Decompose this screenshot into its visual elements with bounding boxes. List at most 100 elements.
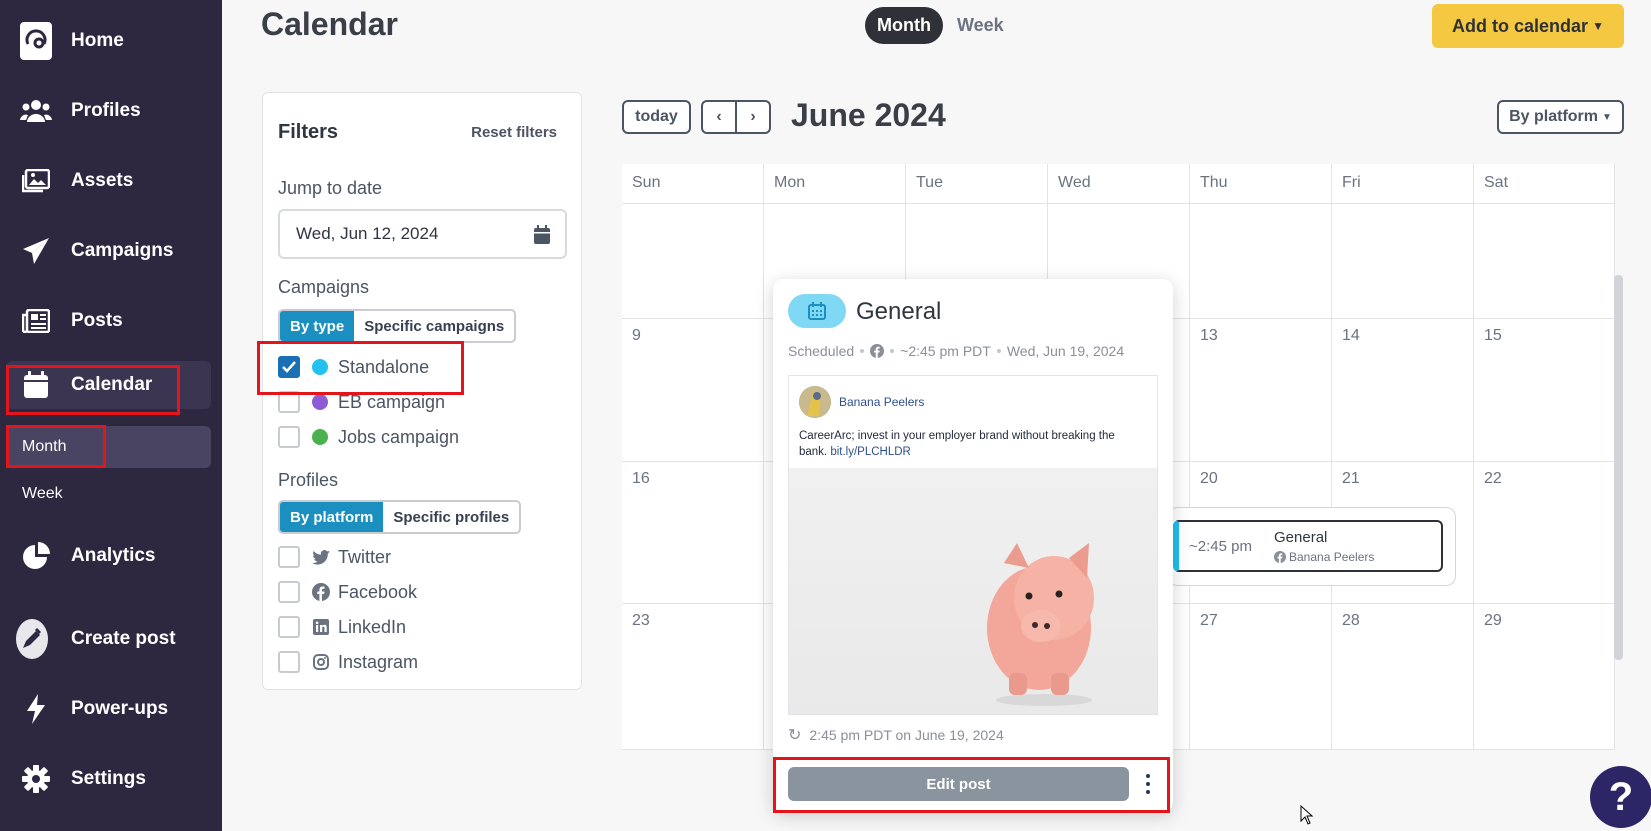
caret-down-icon: ▼ [1592, 19, 1604, 33]
pie-chart-icon [20, 540, 52, 572]
nav-label: Settings [71, 768, 146, 789]
help-button[interactable]: ? [1590, 766, 1651, 828]
image-icon [20, 165, 52, 197]
filters-title: Filters [278, 121, 339, 143]
nav-create-post[interactable]: Create post [0, 615, 222, 663]
day-cell[interactable]: 9 [622, 319, 764, 462]
checkbox[interactable] [278, 546, 300, 568]
day-header: Sun [622, 164, 764, 204]
post-popup: General Scheduled ~2:45 pm PDT Wed, Jun … [773, 279, 1173, 812]
more-options-icon[interactable] [1143, 774, 1153, 794]
day-cell[interactable]: 29 [1474, 604, 1615, 750]
campaign-jobs[interactable]: Jobs campaign [278, 424, 459, 450]
day-header: Mon [764, 164, 906, 204]
nav-posts[interactable]: Posts [0, 297, 222, 345]
chevron-left-icon[interactable]: ‹ [703, 102, 737, 132]
tab-by-type[interactable]: By type [280, 311, 355, 341]
nav-power-ups[interactable]: Power-ups [0, 685, 222, 733]
view-week-button[interactable]: Week [943, 7, 1018, 44]
campaign-label: Standalone [338, 356, 430, 377]
day-cell[interactable]: 27 [1190, 604, 1332, 750]
tab-specific-campaigns[interactable]: Specific campaigns [354, 311, 514, 341]
nav-label: Create post [71, 628, 176, 649]
campaign-eb[interactable]: EB campaign [278, 389, 445, 415]
post-profile-name[interactable]: Banana Peelers [839, 395, 924, 409]
event-profile-name: Banana Peelers [1289, 550, 1375, 564]
nav-home[interactable]: Home [0, 17, 222, 65]
nav-analytics[interactable]: Analytics [0, 532, 222, 580]
post-image [789, 468, 1157, 714]
platform-linkedin[interactable]: LinkedIn [278, 614, 406, 640]
today-button[interactable]: today [622, 100, 691, 134]
day-cell[interactable]: 16 [622, 462, 764, 604]
nav-calendar-week[interactable]: Week [8, 473, 211, 515]
checkbox[interactable] [278, 391, 300, 413]
day-cell[interactable]: 23 [622, 604, 764, 750]
view-month-button[interactable]: Month [865, 7, 943, 44]
nav-campaigns[interactable]: Campaigns [0, 227, 222, 275]
caret-down-icon: ▼ [1602, 111, 1612, 123]
day-cell[interactable]: 13 [1190, 319, 1332, 462]
newspaper-icon [20, 305, 52, 337]
day-cell[interactable]: 14 [1332, 319, 1474, 462]
piggy-bank-image [987, 543, 1094, 706]
event-name: General [1274, 529, 1328, 546]
chevron-right-icon[interactable]: › [737, 102, 769, 132]
grid-scrollbar[interactable] [1614, 275, 1623, 660]
popup-schedule: ↻ 2:45 pm PDT on June 19, 2024 [788, 725, 1004, 745]
day-cell[interactable] [1332, 204, 1474, 319]
post-link[interactable]: bit.ly/PLCHLDR [830, 446, 911, 458]
day-header: Fri [1332, 164, 1474, 204]
profile-filter-tabs: By platform Specific profiles [278, 500, 522, 534]
day-cell[interactable]: 28 [1332, 604, 1474, 750]
nav-calendar[interactable]: Calendar [6, 361, 211, 409]
checkbox[interactable] [278, 581, 300, 603]
nav-label: Calendar [71, 374, 153, 395]
reset-filters-link[interactable]: Reset filters [471, 124, 557, 141]
day-cell[interactable]: 22 [1474, 462, 1615, 604]
schedule-text: 2:45 pm PDT on June 19, 2024 [809, 727, 1004, 743]
campaign-label: Jobs campaign [338, 426, 460, 447]
campaign-color-dot [312, 429, 328, 445]
tab-by-platform[interactable]: By platform [280, 502, 384, 532]
platform-twitter[interactable]: Twitter [278, 544, 391, 570]
popup-title: General [856, 298, 942, 325]
day-header: Sat [1474, 164, 1615, 204]
nav-assets[interactable]: Assets [0, 157, 222, 205]
nav-calendar-month[interactable]: Month [8, 426, 211, 468]
campaign-standalone[interactable]: Standalone [278, 354, 429, 380]
view-toggle: Month Week [865, 7, 1018, 44]
checkbox[interactable] [278, 426, 300, 448]
day-cell[interactable]: 15 [1474, 319, 1615, 462]
day-cell[interactable] [622, 204, 764, 319]
nav-label: Posts [71, 310, 123, 331]
platform-instagram[interactable]: Instagram [278, 649, 418, 675]
checkbox[interactable] [278, 651, 300, 673]
calendar-event[interactable]: ~2:45 pm General Banana Peelers [1173, 520, 1443, 572]
calendar-icon[interactable] [533, 225, 551, 250]
day-cell[interactable] [1474, 204, 1615, 319]
add-to-calendar-button[interactable]: Add to calendar ▼ [1432, 4, 1624, 48]
jump-to-date-input[interactable]: Wed, Jun 12, 2024 [278, 209, 567, 259]
nav-settings[interactable]: Settings [0, 755, 222, 803]
event-time: ~2:45 pm [1189, 538, 1252, 555]
post-time: ~2:45 pm PDT [900, 343, 991, 359]
nav-profiles[interactable]: Profiles [0, 87, 222, 135]
users-icon [20, 95, 52, 127]
post-text: CareerArc; invest in your employer brand… [799, 428, 1144, 460]
checkbox[interactable] [278, 616, 300, 638]
day-cell[interactable] [1190, 204, 1332, 319]
post-date: Wed, Jun 19, 2024 [1006, 343, 1125, 359]
send-icon [20, 235, 52, 267]
pen-icon [16, 619, 48, 659]
calendar-icon [20, 369, 52, 401]
checkbox[interactable] [278, 356, 300, 378]
date-value: Wed, Jun 12, 2024 [296, 224, 439, 243]
group-by-dropdown[interactable]: By platform ▼ [1497, 100, 1624, 134]
facebook-icon [312, 583, 330, 601]
group-by-label: By platform [1509, 108, 1598, 125]
tab-specific-profiles[interactable]: Specific profiles [383, 502, 519, 532]
platform-facebook[interactable]: Facebook [278, 579, 417, 605]
refresh-icon: ↻ [788, 727, 802, 744]
edit-post-button[interactable]: Edit post [788, 767, 1129, 801]
